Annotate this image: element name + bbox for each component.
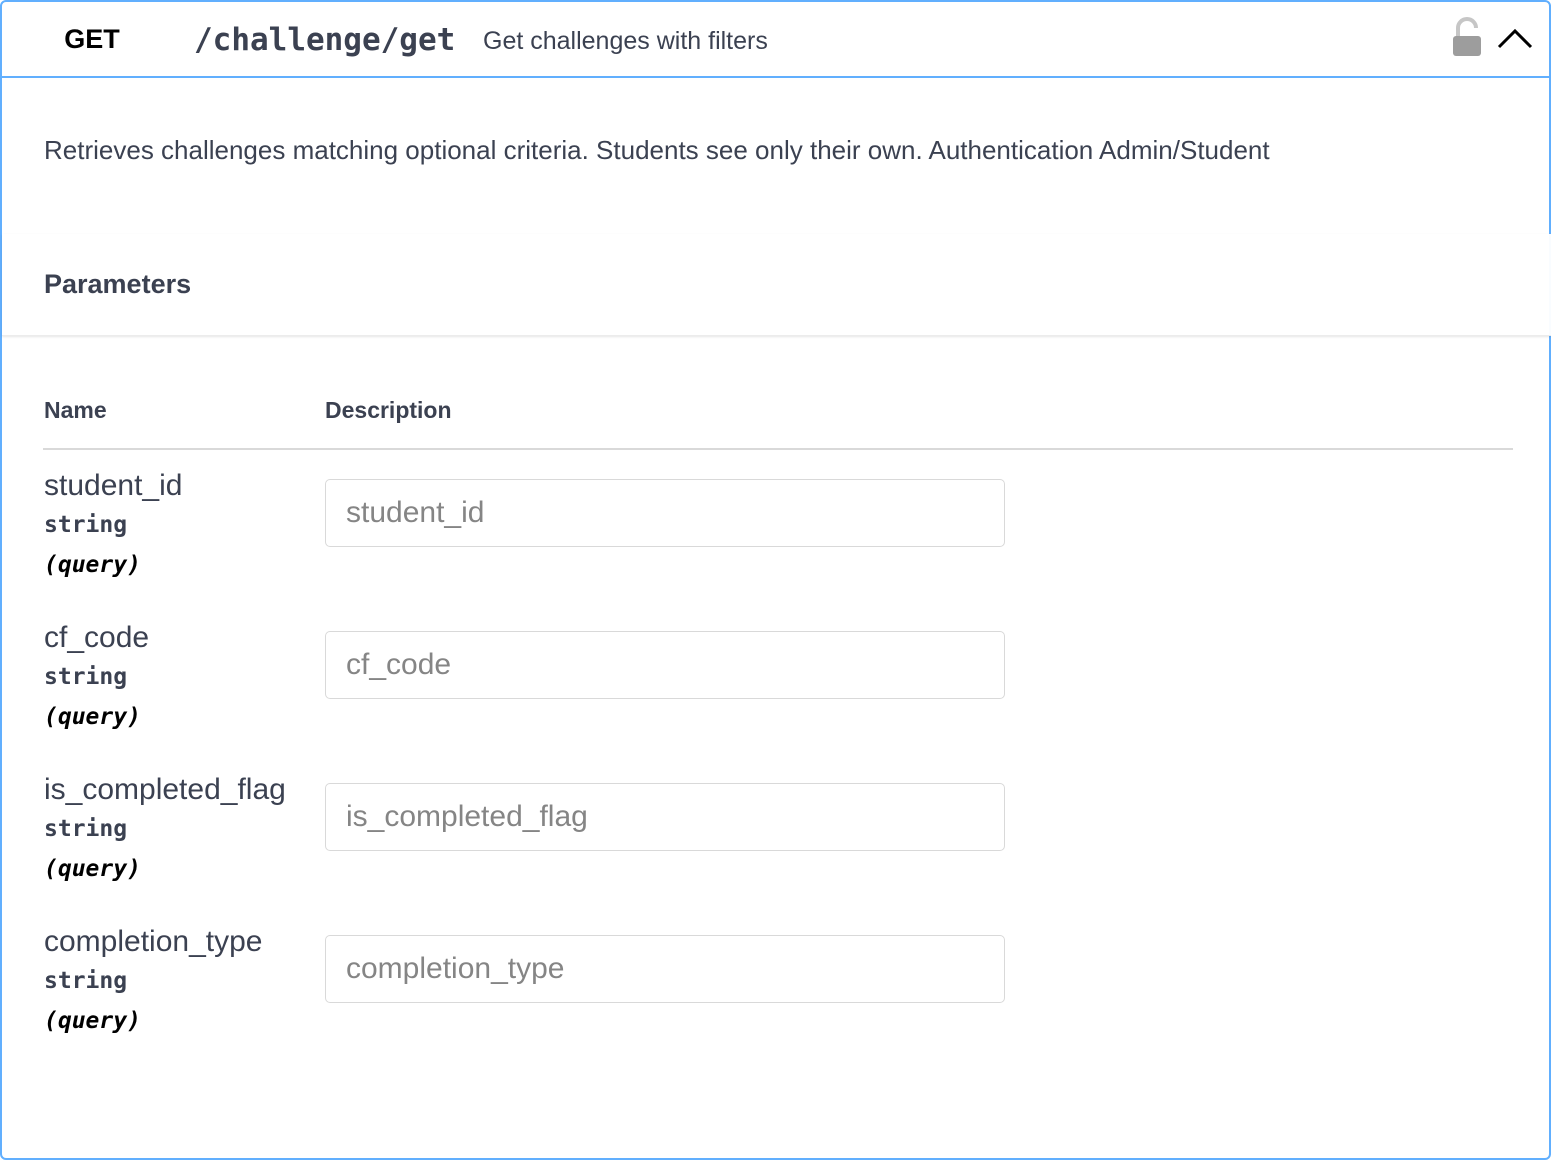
operation-summary-text: Get challenges with filters (483, 27, 768, 55)
parameter-location: (query) (44, 856, 141, 882)
parameter-location: (query) (44, 704, 141, 730)
parameter-location: (query) (44, 1008, 141, 1034)
http-method-badge: GET (64, 24, 120, 54)
parameter-name: is_completed_flag (44, 773, 286, 806)
parameter-type: string (44, 816, 128, 842)
parameter-type: string (44, 664, 128, 690)
is-completed-flag-input[interactable] (325, 783, 1005, 851)
parameter-row-is-completed-flag: is_completed_flag string (query) (2, 772, 1551, 924)
column-header-description: Description (325, 397, 452, 423)
parameter-name: cf_code (44, 621, 150, 654)
parameter-name: student_id (44, 469, 183, 502)
chevron-up-icon (1497, 28, 1533, 49)
column-header-name: Name (44, 397, 107, 423)
parameters-title: Parameters (44, 269, 192, 299)
parameter-location: (query) (44, 552, 141, 578)
student-id-input[interactable] (325, 479, 1005, 547)
parameter-name: completion_type (44, 925, 263, 958)
operation-block: GET /challenge/get Get challenges with f… (0, 0, 1551, 1160)
parameter-type: string (44, 512, 128, 538)
parameter-row-student-id: student_id string (query) (2, 468, 1551, 620)
endpoint-path: /challenge/get (194, 22, 456, 58)
unlocked-padlock-icon (1453, 17, 1481, 56)
header-divider (43, 448, 1513, 450)
parameter-type: string (44, 968, 128, 994)
parameter-row-cf-code: cf_code string (query) (2, 620, 1551, 772)
parameters-section-header: Parameters (2, 234, 1551, 336)
cf-code-input[interactable] (325, 631, 1005, 699)
operation-description: Retrieves challenges matching optional c… (44, 135, 1270, 165)
collapse-button[interactable] (1494, 20, 1536, 58)
operation-summary[interactable]: GET /challenge/get Get challenges with f… (2, 2, 1549, 78)
parameter-row-completion-type: completion_type string (query) (2, 924, 1551, 1076)
completion-type-input[interactable] (325, 935, 1005, 1003)
authorize-button[interactable] (1446, 16, 1488, 60)
